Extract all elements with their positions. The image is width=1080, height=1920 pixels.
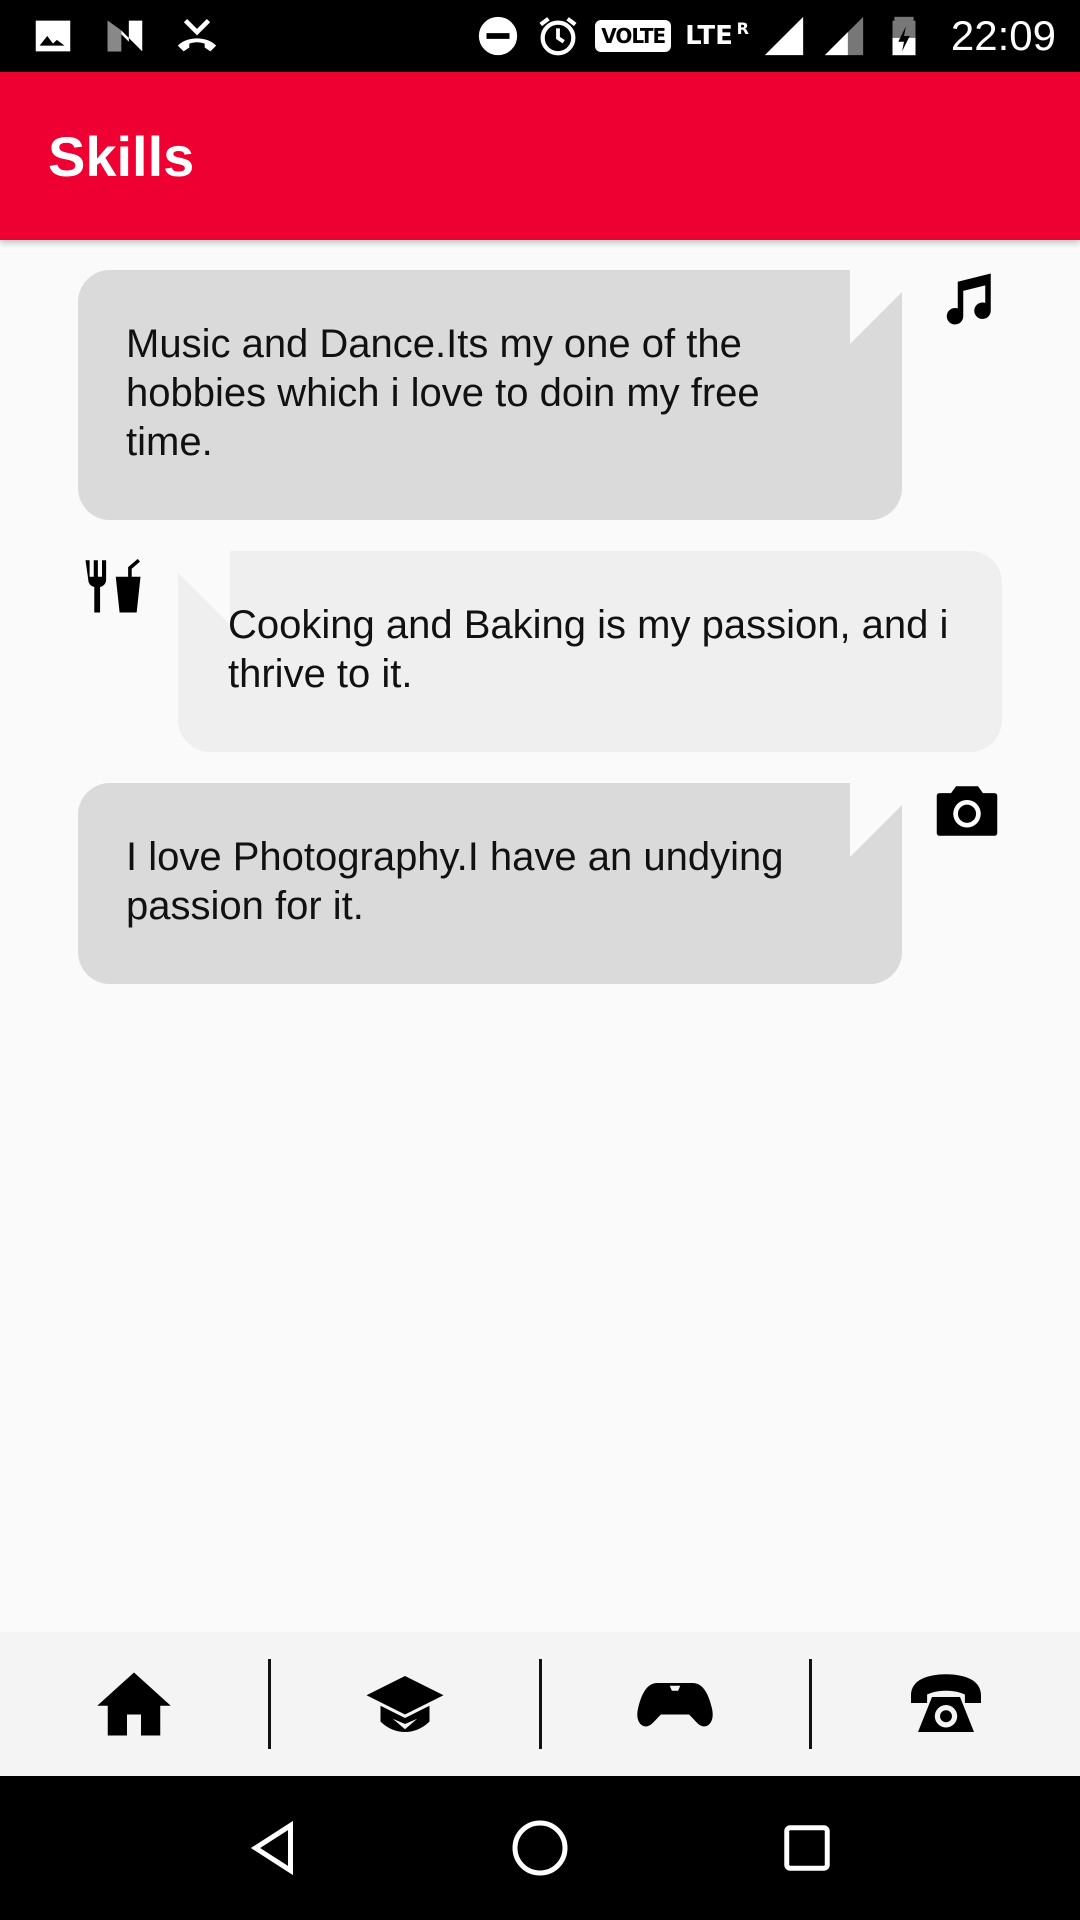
home-circle-icon xyxy=(512,1820,568,1876)
signal-icon xyxy=(824,16,864,56)
image-icon xyxy=(35,20,71,52)
system-navigation-bar xyxy=(0,1776,1080,1920)
system-recents-button[interactable] xyxy=(771,1812,843,1884)
volte-badge: VOLTE xyxy=(595,20,672,52)
system-home-button[interactable] xyxy=(504,1812,576,1884)
alarm-icon xyxy=(539,17,577,56)
battery-icon xyxy=(892,16,916,56)
card-fold xyxy=(850,783,924,857)
telephone-icon xyxy=(911,1674,982,1732)
skill-card-music[interactable]: Music and Dance.Its my one of the hobbie… xyxy=(78,270,924,520)
graduation-cap-icon xyxy=(366,1676,444,1732)
missed-call-icon xyxy=(177,19,217,52)
network-label: LTE xyxy=(685,21,733,51)
nav-home[interactable] xyxy=(0,1632,268,1776)
n-icon xyxy=(107,20,143,52)
nav-education[interactable] xyxy=(271,1632,539,1776)
app-bar: Skills xyxy=(0,72,1080,240)
skill-text: Cooking and Baking is my passion, and i … xyxy=(228,603,949,696)
home-icon xyxy=(97,1672,171,1736)
skill-card-cooking[interactable]: Cooking and Baking is my passion, and i … xyxy=(156,551,1002,752)
gamepad-icon xyxy=(637,1683,714,1727)
nav-games[interactable] xyxy=(542,1632,810,1776)
page-title: Skills xyxy=(48,125,195,188)
music-note-icon xyxy=(946,273,991,325)
status-bar: VOLTE LTE R 22:09 xyxy=(0,0,1080,72)
fork-cup-icon xyxy=(85,558,141,613)
lte-indicator: LTE R xyxy=(685,21,749,51)
clock: 22:09 xyxy=(950,12,1056,59)
bottom-navigation xyxy=(0,1632,1080,1776)
skill-text: I love Photography.I have an undying pas… xyxy=(126,835,784,928)
card-fold xyxy=(156,551,230,625)
nav-contact[interactable] xyxy=(812,1632,1080,1776)
system-back-button[interactable] xyxy=(237,1812,309,1884)
roaming-label: R xyxy=(736,19,749,38)
recents-icon xyxy=(783,1825,830,1871)
back-icon xyxy=(251,1820,294,1876)
do-not-disturb-icon xyxy=(479,16,518,56)
skill-text: Music and Dance.Its my one of the hobbie… xyxy=(126,322,760,464)
card-fold xyxy=(850,270,924,344)
skill-card-photography[interactable]: I love Photography.I have an undying pas… xyxy=(78,783,924,984)
signal-icon xyxy=(764,16,804,56)
camera-icon xyxy=(936,786,998,836)
